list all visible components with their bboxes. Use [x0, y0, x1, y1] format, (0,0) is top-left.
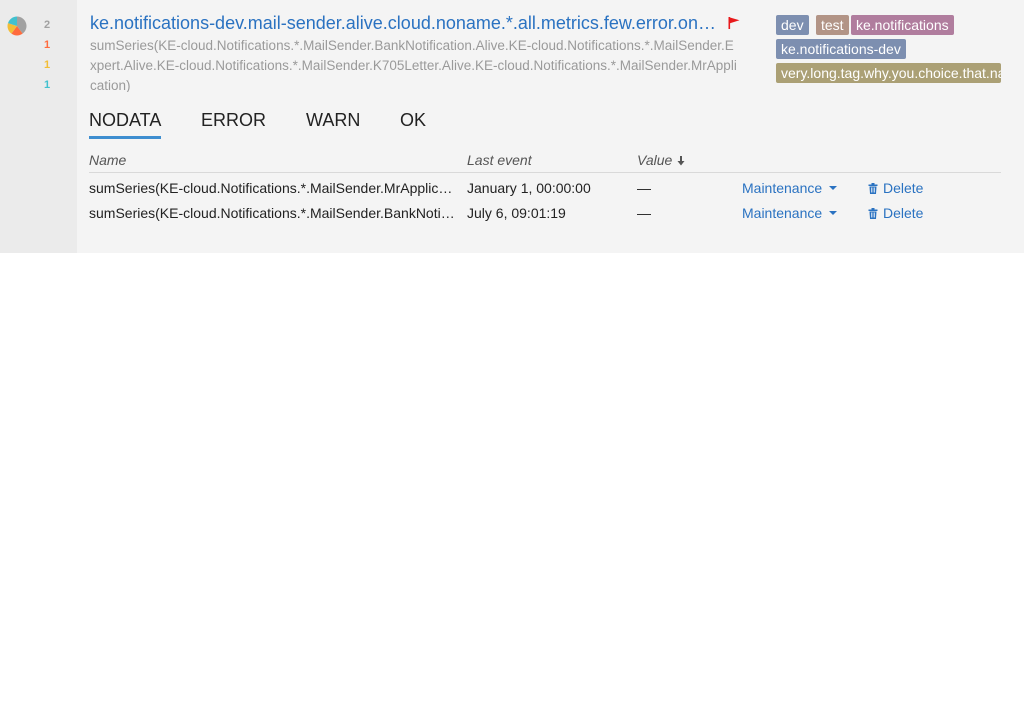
tag-test[interactable]: test: [816, 15, 849, 35]
tab-nodata[interactable]: NODATA: [89, 108, 162, 140]
table-row: sumSeries(KE-cloud.Notifications.*.MailS…: [89, 203, 1001, 228]
delete-label: Delete: [883, 180, 924, 196]
state-pie-chart: [7, 16, 27, 36]
flag-icon: [728, 17, 740, 29]
row-last-event: January 1, 00:00:00: [467, 180, 591, 196]
header-name[interactable]: Name: [89, 152, 126, 168]
delete-button[interactable]: Delete: [868, 203, 948, 223]
count-nodata: 2: [43, 19, 51, 31]
header-value-sort[interactable]: Value: [637, 152, 685, 168]
caret-down-icon: [829, 186, 838, 190]
tag-list: dev test ke.notifications ke.notificatio…: [776, 15, 1001, 85]
count-warn: 1: [43, 59, 51, 71]
header-last-event[interactable]: Last event: [467, 152, 532, 168]
state-counts: 2 1 1 1: [37, 17, 57, 97]
trash-icon: [868, 183, 878, 194]
maintenance-dropdown[interactable]: Maintenance: [742, 203, 852, 223]
row-value: —: [637, 180, 651, 196]
trigger-card: 2 1 1 1 ke.notifications-dev.mail-sender…: [0, 0, 1024, 253]
delete-label: Delete: [883, 205, 924, 221]
maintenance-label: Maintenance: [742, 205, 823, 221]
trigger-title-row: ke.notifications-dev.mail-sender.alive.c…: [90, 11, 750, 35]
tag-ke-notifications[interactable]: ke.notifications: [851, 15, 954, 35]
maintenance-dropdown[interactable]: Maintenance: [742, 178, 852, 198]
maintenance-label: Maintenance: [742, 180, 823, 196]
caret-down-icon: [829, 211, 838, 215]
row-last-event: July 6, 09:01:19: [467, 205, 566, 221]
metrics-table-header: Name Last event Value: [89, 150, 1001, 173]
sort-desc-icon: [677, 156, 685, 166]
tag-very-long[interactable]: very.long.tag.why.you.choice.that.na: [776, 63, 1001, 83]
trigger-target: sumSeries(KE-cloud.Notifications.*.MailS…: [90, 38, 737, 92]
trash-icon: [868, 208, 878, 219]
trigger-title-link[interactable]: ke.notifications-dev.mail-sender.alive.c…: [90, 11, 716, 35]
tab-error[interactable]: ERROR: [201, 108, 266, 140]
table-row: sumSeries(KE-cloud.Notifications.*.MailS…: [89, 178, 1001, 203]
delete-button[interactable]: Delete: [868, 178, 948, 198]
tab-warn[interactable]: WARN: [306, 108, 360, 140]
count-error: 1: [43, 39, 51, 51]
tab-ok[interactable]: OK: [400, 108, 426, 140]
trigger-summary: 2 1 1 1: [0, 0, 77, 253]
header-value-label: Value: [637, 152, 673, 168]
row-value: —: [637, 205, 651, 221]
count-ok: 1: [43, 79, 51, 91]
row-metric-name: sumSeries(KE-cloud.Notifications.*.MailS…: [89, 205, 455, 221]
row-metric-name: sumSeries(KE-cloud.Notifications.*.MailS…: [89, 180, 453, 196]
tag-ke-notifications-dev[interactable]: ke.notifications-dev: [776, 39, 906, 59]
tag-dev[interactable]: dev: [776, 15, 809, 35]
